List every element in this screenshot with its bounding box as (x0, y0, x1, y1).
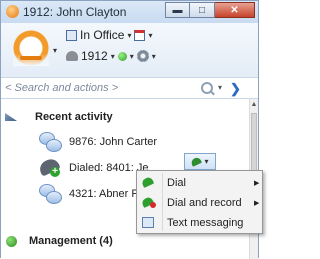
presence-avatar[interactable] (13, 30, 49, 66)
extension-dropdown-icon[interactable]: ▾ (111, 52, 115, 61)
avatar-dropdown-icon[interactable]: ▾ (53, 46, 57, 55)
minimize-button[interactable]: ▬ (165, 2, 190, 18)
dial-record-icon (140, 196, 156, 209)
search-icon[interactable] (201, 82, 213, 94)
section-management-label: Management (4) (29, 235, 113, 247)
search-input[interactable]: < Search and actions > (5, 82, 118, 94)
presence-label[interactable]: In Office (80, 28, 124, 42)
menu-item-dial[interactable]: Dial ▶ (137, 173, 262, 192)
menu-item-text-messaging[interactable]: Text messaging (137, 213, 262, 232)
user-header: ▾ In Office ▾ ▾ 1912 ▾ ▾ ▾ (1, 23, 258, 77)
title-bar[interactable]: 1912: John Clayton ▬ □ ✕ (1, 1, 258, 23)
search-dropdown-icon[interactable]: ▾ (218, 83, 222, 92)
window-title: 1912: John Clayton (23, 5, 127, 19)
management-icon (6, 235, 17, 247)
scroll-up-icon[interactable]: ▲ (250, 101, 258, 109)
settings-gear-icon[interactable] (136, 50, 149, 62)
list-item-label: 4321: Abner Pe (69, 188, 145, 200)
search-bar[interactable]: < Search and actions > ▾ ❯ (1, 77, 258, 99)
extension-label[interactable]: 1912 (81, 49, 108, 63)
presence-row[interactable]: In Office ▾ ▾ (66, 28, 153, 42)
avatar-status-bar (20, 56, 42, 60)
favorites-chevron-icon[interactable]: ❯ (230, 81, 241, 97)
list-item-label: 9876: John Carter (69, 136, 158, 148)
text-message-icon (142, 217, 155, 230)
extension-row: 1912 ▾ ▾ ▾ (66, 49, 156, 63)
app-logo-icon (6, 5, 19, 18)
menu-item-dial-and-record[interactable]: Dial and record ▶ (137, 193, 262, 212)
context-menu: Dial ▶ Dial and record ▶ Text messaging (136, 170, 263, 234)
presence-dropdown-icon[interactable]: ▾ (127, 31, 131, 40)
calendar-dropdown-icon[interactable]: ▾ (148, 31, 152, 40)
outgoing-call-icon: + (37, 156, 61, 178)
call-phone-icon (190, 156, 203, 167)
menu-item-label: Dial and record (167, 196, 242, 209)
window-controls: ▬ □ ✕ (165, 2, 255, 19)
status-green-icon[interactable] (117, 51, 127, 61)
list-item[interactable]: 9876: John Carter (1, 129, 249, 155)
call-action-button[interactable]: ▾ (184, 153, 216, 170)
phone-icon (66, 51, 78, 61)
submenu-arrow-icon: ▶ (254, 179, 260, 187)
dial-phone-icon (140, 176, 155, 189)
presence-calendar-icon (66, 29, 77, 41)
menu-item-label: Text messaging (167, 216, 244, 229)
maximize-button[interactable]: □ (190, 2, 215, 18)
menu-item-label: Dial (167, 176, 186, 189)
call-dropdown-icon[interactable]: ▾ (204, 157, 208, 166)
status-dropdown-icon[interactable]: ▾ (130, 52, 134, 61)
section-recent-label: Recent activity (35, 111, 113, 123)
calendar-icon[interactable] (134, 29, 146, 41)
submenu-arrow-icon: ▶ (254, 199, 260, 207)
close-button[interactable]: ✕ (215, 2, 255, 18)
section-management[interactable]: Management (4) (1, 232, 113, 250)
chat-bubbles-icon (39, 184, 62, 204)
chat-bubbles-icon (39, 132, 62, 152)
section-recent-activity[interactable]: Recent activity (1, 108, 113, 126)
settings-dropdown-icon[interactable]: ▾ (152, 52, 156, 61)
collapse-arrow-icon[interactable] (5, 113, 17, 121)
avatar-ring-icon (13, 30, 49, 66)
